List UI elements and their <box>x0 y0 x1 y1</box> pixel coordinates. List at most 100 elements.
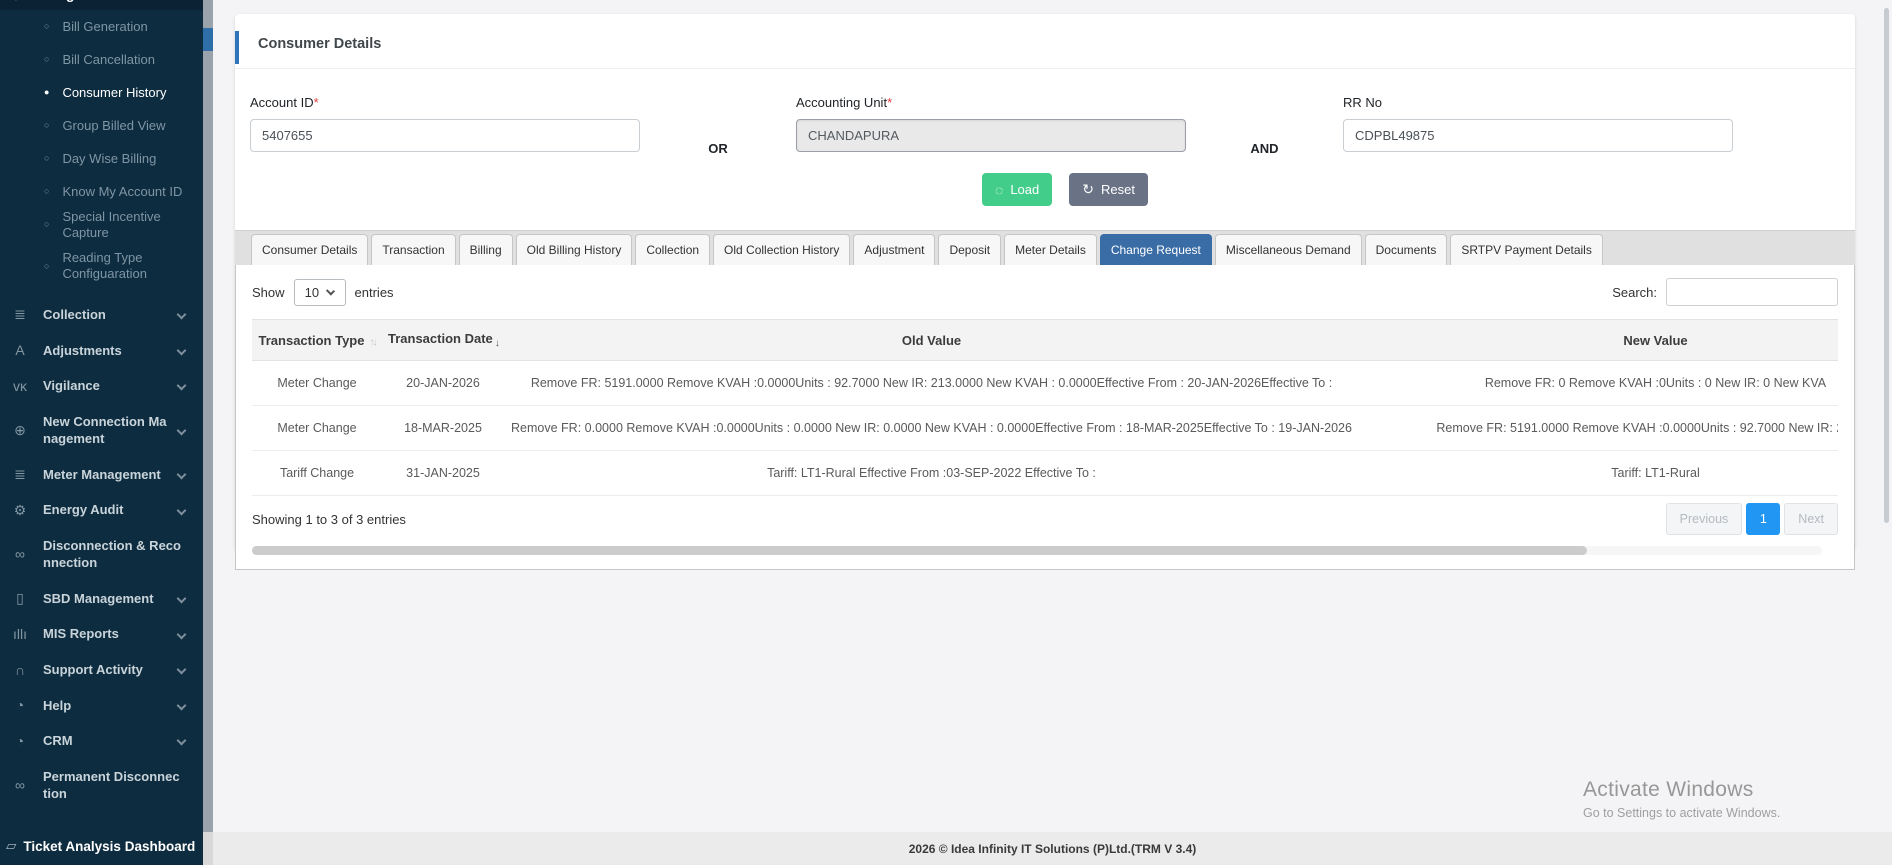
tab-documents[interactable]: Documents <box>1365 234 1448 265</box>
table-controls: Show 10 entries Search: <box>252 278 1838 306</box>
table-viewport: Transaction Type↑↓ Transaction Date↓ Old… <box>252 319 1838 496</box>
cell-transaction-type: Meter Change <box>252 406 382 451</box>
sidebar-item-mis-reports[interactable]: ıllı MIS Reports <box>0 616 203 652</box>
sidebar-item-crm[interactable]: ◔ CRM <box>0 723 203 759</box>
sidebar-scrollbar[interactable] <box>203 0 213 865</box>
cell-new-value: Tariff: LT1-Rural <box>1359 451 1838 496</box>
bullet-icon <box>44 88 49 97</box>
cell-transaction-date: 18-MAR-2025 <box>382 406 504 451</box>
sidebar-item-special-incentive-capture[interactable]: Special Incentive Capture <box>0 208 203 241</box>
account-id-label: Account ID* <box>250 95 640 110</box>
page-number-button[interactable]: 1 <box>1746 503 1780 535</box>
sidebar-item-group-billed-view[interactable]: Group Billed View <box>0 109 203 142</box>
sidebar-item-bill-generation[interactable]: Bill Generation <box>0 10 203 43</box>
vk-icon: vĸ <box>8 378 32 394</box>
bullet-icon <box>44 55 49 64</box>
search-input[interactable] <box>1666 278 1838 306</box>
sort-desc-icon: ↓ <box>495 338 500 349</box>
sidebar-item-permanent-disconnection[interactable]: ∞ Permanent Disconnection <box>0 759 203 812</box>
chevron-down-icon <box>177 629 187 639</box>
tab-srtpv-payment-details[interactable]: SRTPV Payment Details <box>1450 234 1603 265</box>
table-row: Tariff Change 31-JAN-2025 Tariff: LT1-Ru… <box>252 451 1838 496</box>
tab-change-request[interactable]: Change Request <box>1100 234 1212 265</box>
form-buttons: ◌ Load ↻ Reset <box>982 173 1855 206</box>
sidebar-item-billing[interactable]: $ Billing <box>0 0 203 10</box>
cell-old-value: Tariff: LT1-Rural Effective From :03-SEP… <box>504 451 1359 496</box>
tab-miscellaneous-demand[interactable]: Miscellaneous Demand <box>1215 234 1362 265</box>
bullet-icon <box>44 22 49 31</box>
page-size-select[interactable]: 10 <box>294 279 346 306</box>
sidebar-item-label: SBD Management <box>43 590 167 608</box>
sidebar-item-label: New Connection Management <box>43 413 167 448</box>
table-footer: Showing 1 to 3 of 3 entries Previous 1 N… <box>252 503 1838 535</box>
tab-bar: Consumer Details Transaction Billing Old… <box>235 230 1855 265</box>
or-text: OR <box>640 141 796 156</box>
sidebar-item-support-activity[interactable]: ∩ Support Activity <box>0 652 203 688</box>
search-form: Account ID* OR Accounting Unit* AND RR N… <box>235 69 1855 156</box>
tab-consumer-details[interactable]: Consumer Details <box>251 234 368 265</box>
column-header-transaction-date[interactable]: Transaction Date↓ <box>382 320 504 361</box>
sidebar-item-label: Adjustments <box>43 342 167 360</box>
sidebar-item-collection[interactable]: ≣ Collection <box>0 297 203 333</box>
scrollbar-thumb[interactable] <box>203 0 213 832</box>
headphones-icon: ∩ <box>8 662 32 678</box>
tab-collection[interactable]: Collection <box>635 234 710 265</box>
watermark-line2: Go to Settings to activate Windows. <box>1583 806 1780 820</box>
required-asterisk: * <box>314 95 319 110</box>
tab-old-billing-history[interactable]: Old Billing History <box>516 234 633 265</box>
sidebar-item-label: Group Billed View <box>62 118 197 134</box>
bullet-icon <box>44 121 49 130</box>
sidebar-item-consumer-history[interactable]: Consumer History <box>0 76 203 109</box>
next-page-button[interactable]: Next <box>1784 503 1838 535</box>
page-vertical-scrollbar[interactable] <box>1884 8 1889 523</box>
sidebar-item-vigilance[interactable]: vĸ Vigilance <box>0 368 203 404</box>
reset-button[interactable]: ↻ Reset <box>1069 173 1148 206</box>
tab-deposit[interactable]: Deposit <box>938 234 1001 265</box>
tab-adjustment[interactable]: Adjustment <box>853 234 935 265</box>
column-header-new-value[interactable]: New Value <box>1359 320 1838 361</box>
account-id-input[interactable] <box>250 119 640 152</box>
horizontal-scrollbar[interactable] <box>252 546 1822 555</box>
load-button[interactable]: ◌ Load <box>982 173 1052 206</box>
sidebar-item-label: Day Wise Billing <box>62 151 197 167</box>
sidebar-item-bill-cancellation[interactable]: Bill Cancellation <box>0 43 203 76</box>
accounting-unit-input[interactable] <box>796 119 1186 152</box>
watermark-line1: Activate Windows <box>1583 778 1780 802</box>
tab-meter-details[interactable]: Meter Details <box>1004 234 1097 265</box>
tab-billing[interactable]: Billing <box>459 234 513 265</box>
chevron-down-icon <box>326 286 335 295</box>
sidebar-item-meter-management[interactable]: ≣ Meter Management <box>0 457 203 493</box>
dashboard-icon: ◔ <box>8 733 32 749</box>
column-header-old-value[interactable]: Old Value <box>504 320 1359 361</box>
sidebar-item-energy-audit[interactable]: ⚙ Energy Audit <box>0 492 203 528</box>
sidebar-item-help[interactable]: ◔ Help <box>0 688 203 724</box>
sidebar-item-day-wise-billing[interactable]: Day Wise Billing <box>0 142 203 175</box>
previous-page-button[interactable]: Previous <box>1666 503 1743 535</box>
gears-icon: ⚙ <box>8 502 32 519</box>
cell-transaction-date: 20-JAN-2026 <box>382 361 504 406</box>
sidebar-item-label: Reading Type Configuaration <box>62 250 197 281</box>
chevron-down-icon <box>177 736 187 746</box>
sidebar-item-sbd-management[interactable]: ▯ SBD Management <box>0 581 203 617</box>
chain-link-icon: ∞ <box>8 777 32 793</box>
list-ol-icon: ≣ <box>8 306 32 323</box>
sidebar-item-reading-type-configuration[interactable]: Reading Type Configuaration <box>0 241 203 291</box>
show-label: Show <box>252 285 285 300</box>
chevron-down-icon <box>177 425 187 435</box>
cell-new-value: Remove FR: 0 Remove KVAH :0Units : 0 New… <box>1359 361 1838 406</box>
sidebar-item-ticket-analysis-dashboard[interactable]: ▱ Ticket Analysis Dashboard <box>0 830 203 862</box>
copyright-text: 2026 © Idea Infinity IT Solutions (P)Ltd… <box>909 842 1197 856</box>
scrollbar-thumb-highlight[interactable] <box>203 28 213 51</box>
sidebar-item-disconnection-reconnection[interactable]: ∞ Disconnection & Reconnection <box>0 528 203 581</box>
sidebar-item-know-my-account-id[interactable]: Know My Account ID <box>0 175 203 208</box>
rr-no-input[interactable] <box>1343 119 1733 152</box>
sidebar-item-adjustments[interactable]: A Adjustments <box>0 333 203 369</box>
sidebar-item-label: Meter Management <box>43 466 167 484</box>
cell-transaction-type: Tariff Change <box>252 451 382 496</box>
tab-transaction[interactable]: Transaction <box>371 234 455 265</box>
column-header-transaction-type[interactable]: Transaction Type↑↓ <box>252 320 382 361</box>
tab-old-collection-history[interactable]: Old Collection History <box>713 234 850 265</box>
scrollbar-thumb[interactable] <box>252 546 1587 555</box>
sidebar-item-new-connection-management[interactable]: ⊕ New Connection Management <box>0 404 203 457</box>
table-row: Meter Change 18-MAR-2025 Remove FR: 0.00… <box>252 406 1838 451</box>
